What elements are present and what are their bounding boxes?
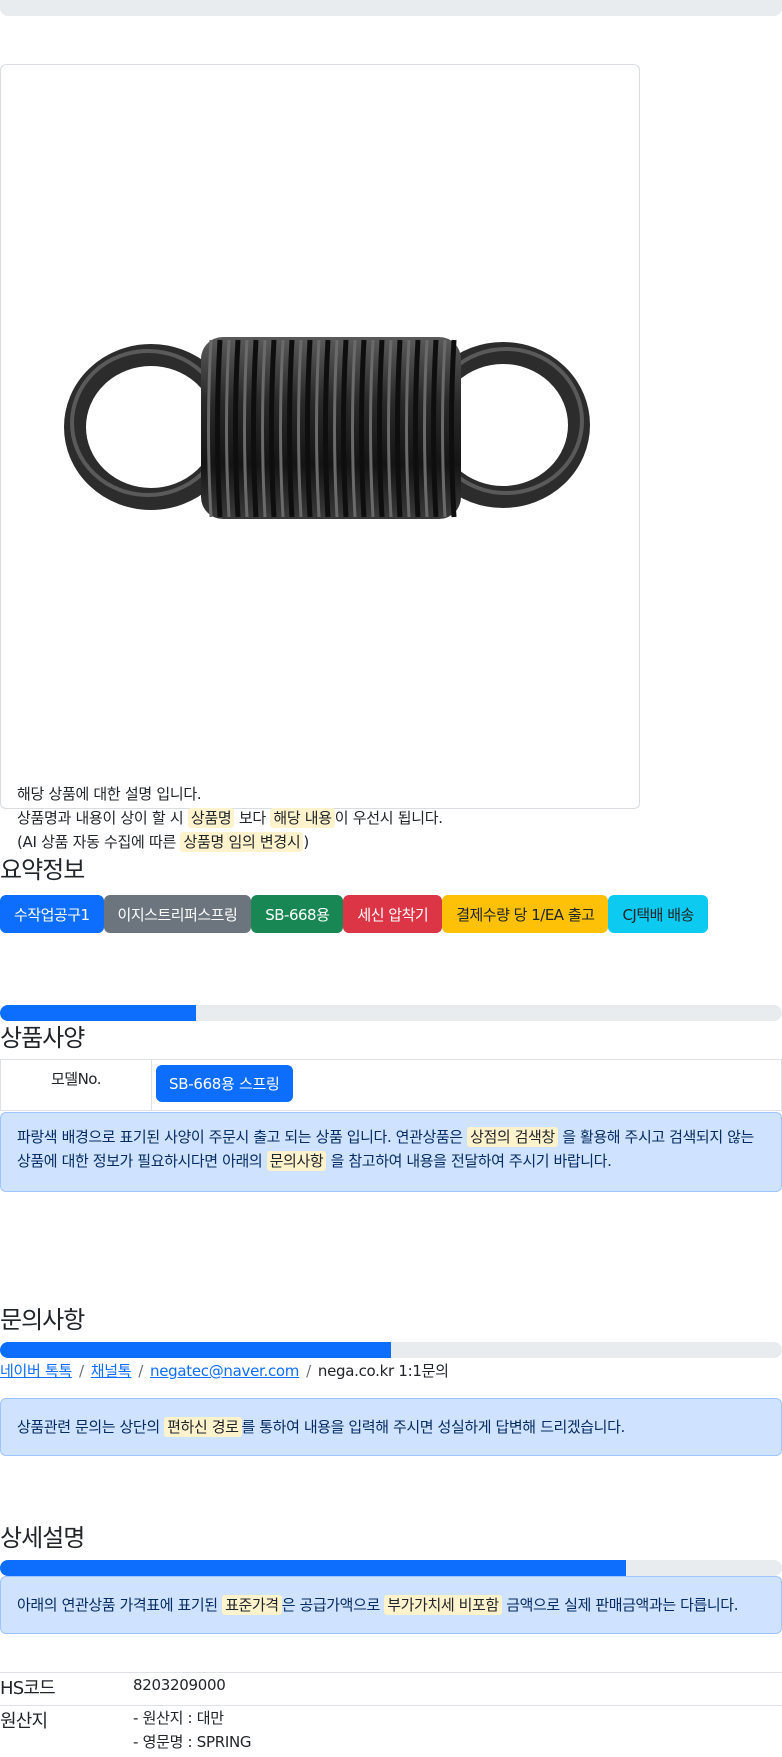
summary-badges: 수작업공구1 이지스트리퍼스프링 SB-668용 세신 압착기 결제수량 당 1… xyxy=(0,895,708,933)
link-separator: / xyxy=(138,1362,144,1380)
hs-code-value: 8203209000 xyxy=(133,1676,226,1694)
link-separator: / xyxy=(78,1362,84,1380)
badge-quantity[interactable]: 결제수량 당 1/EA 출고 xyxy=(442,895,609,933)
product-card: 해당 상품에 대한 설명 입니다. 상품명과 내용이 상이 할 시 상품명 보다… xyxy=(0,64,640,852)
highlight-content: 해당 내용 xyxy=(270,808,335,828)
product-description: 해당 상품에 대한 설명 입니다. 상품명과 내용이 상이 할 시 상품명 보다… xyxy=(17,782,443,854)
specs-progress-bar xyxy=(0,1005,782,1021)
detail-notice: 아래의 연관상품 가격표에 표기된 표준가격 은 공급가액으로 부가가치세 비포함… xyxy=(0,1576,782,1634)
top-progress-bar xyxy=(0,0,782,16)
notice-text: 파랑색 배경으로 표기된 사양이 주문시 출고 되는 상품 입니다. 연관상품은 xyxy=(17,1128,463,1146)
highlight-route: 편하신 경로 xyxy=(164,1417,242,1437)
origin-country: - 원산지 : 대만 xyxy=(133,1709,224,1727)
origin-row: 원산지 - 원산지 : 대만 - 영문명 : SPRING xyxy=(0,1705,782,1757)
description-text: 상품명과 내용이 상이 할 시 xyxy=(17,809,184,827)
spec-model-cell: SB-668용 스프링 xyxy=(152,1060,781,1110)
notice-text: 상품관련 문의는 상단의 xyxy=(17,1418,160,1436)
detail-progress-fill xyxy=(0,1560,626,1576)
hs-code-row: HS코드 8203209000 xyxy=(0,1672,782,1705)
highlight-standard-price: 표준가격 xyxy=(222,1595,282,1615)
notice-text: 를 통하여 내용을 입력해 주시면 성실하게 답변해 드리겠습니다. xyxy=(241,1418,626,1436)
notice-text: 은 공급가액으로 xyxy=(281,1596,381,1614)
description-text: ) xyxy=(303,833,309,851)
inquiry-notice: 상품관련 문의는 상단의 편하신 경로 를 통하여 내용을 입력해 주시면 성실하… xyxy=(0,1398,782,1456)
link-separator: / xyxy=(306,1362,311,1380)
link-naver-talk[interactable]: 네이버 톡톡 xyxy=(0,1362,72,1380)
spring-product-image xyxy=(64,337,590,519)
description-text: 이 우선시 됩니다. xyxy=(334,809,443,827)
notice-text: 을 참고하여 내용을 전달하여 주시기 바랍니다. xyxy=(330,1152,612,1170)
notice-text: 금액으로 실제 판매금액과는 다릅니다. xyxy=(506,1596,739,1614)
origin-label: 원산지 xyxy=(0,1711,48,1732)
highlight-store-search: 상점의 검색창 xyxy=(467,1127,558,1147)
origin-english-name: - 영문명 : SPRING xyxy=(133,1733,252,1751)
description-line-1: 해당 상품에 대한 설명 입니다. xyxy=(17,785,202,803)
detail-progress-bar xyxy=(0,1560,782,1576)
highlight-vat-excluded: 부가가치세 비포함 xyxy=(384,1595,502,1615)
description-line-2: 상품명과 내용이 상이 할 시 상품명 보다 해당 내용 이 우선시 됩니다. xyxy=(17,806,443,830)
badge-brand[interactable]: 세신 압착기 xyxy=(343,895,443,933)
inquiry-progress-fill xyxy=(0,1342,391,1358)
badge-shipping[interactable]: CJ택배 배송 xyxy=(608,895,708,933)
description-text: 보다 xyxy=(238,809,266,827)
notice-text: 아래의 연관상품 가격표에 표기된 xyxy=(17,1596,218,1614)
inquiry-links: 네이버 톡톡 / 채널톡 / negatec@naver.com / nega.co.kr … xyxy=(0,1360,449,1381)
spec-model-label: 모델No. xyxy=(1,1060,152,1110)
highlight-name-change: 상품명 임의 변경시 xyxy=(180,832,304,852)
highlight-inquiry: 문의사항 xyxy=(266,1151,327,1171)
link-channel-talk[interactable]: 채널톡 xyxy=(91,1362,132,1380)
inquiry-title: 문의사항 xyxy=(0,1306,85,1334)
spec-model-button[interactable]: SB-668용 스프링 xyxy=(156,1065,293,1102)
description-text: (AI 상품 자동 수집에 따른 xyxy=(17,833,177,851)
inquiry-progress-bar xyxy=(0,1342,782,1358)
origin-values: - 원산지 : 대만 - 영문명 : SPRING xyxy=(133,1706,252,1757)
site-inquiry-text: nega.co.kr 1:1문의 xyxy=(317,1362,449,1380)
detail-title: 상세설명 xyxy=(0,1524,85,1552)
badge-product-line[interactable]: 이지스트리퍼스프링 xyxy=(103,895,252,933)
specs-title: 상품사양 xyxy=(0,1024,85,1052)
highlight-product-name: 상품명 xyxy=(187,808,235,828)
badge-category[interactable]: 수작업공구1 xyxy=(0,895,104,933)
hs-code-label: HS코드 xyxy=(0,1678,56,1699)
specs-notice: 파랑색 배경으로 표기된 사양이 주문시 출고 되는 상품 입니다. 연관상품은… xyxy=(0,1112,782,1192)
summary-title: 요약정보 xyxy=(0,856,85,884)
spec-table: 모델No. SB-668용 스프링 xyxy=(0,1059,782,1111)
link-email[interactable]: negatec@naver.com xyxy=(150,1362,299,1380)
badge-model[interactable]: SB-668용 xyxy=(251,895,344,933)
